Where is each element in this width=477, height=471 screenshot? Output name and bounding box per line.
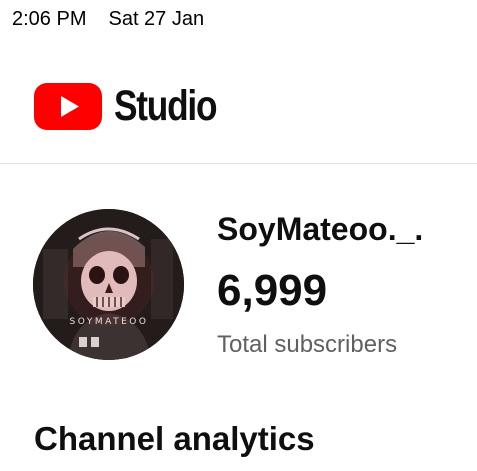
channel-analytics-title: Channel analytics <box>34 420 315 457</box>
youtube-studio-logo[interactable]: Studio <box>34 82 239 131</box>
subscriber-count: 6,999 <box>217 266 328 315</box>
subscriber-label: Total subscribers <box>217 331 398 358</box>
avatar[interactable]: SOYMATEOO <box>33 209 184 360</box>
status-time: 2:06 PM <box>12 8 87 30</box>
header-divider <box>0 163 477 164</box>
app-name: Studio <box>114 82 218 130</box>
status-bar: 2:06 PM Sat 27 Jan <box>12 8 204 31</box>
avatar-text: SOYMATEOO <box>70 317 149 327</box>
status-date: Sat 27 Jan <box>108 8 205 30</box>
channel-name: SoyMateoo._. <box>217 211 424 247</box>
youtube-play-icon <box>34 83 102 130</box>
